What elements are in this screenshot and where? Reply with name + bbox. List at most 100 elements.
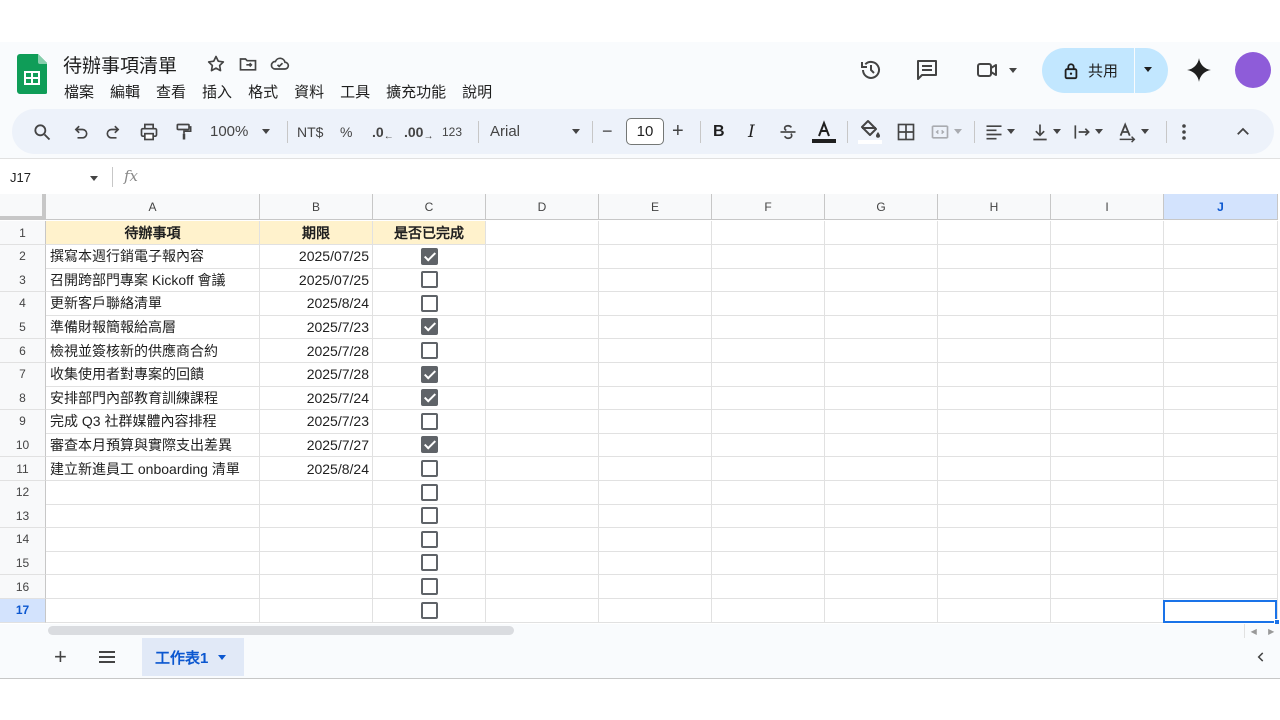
due-date-cell[interactable] [260, 551, 373, 576]
cell-h9[interactable] [938, 409, 1051, 434]
cell-i2[interactable] [1051, 244, 1164, 269]
done-cell[interactable] [373, 244, 486, 269]
cell-i3[interactable] [1051, 268, 1164, 293]
row-header-17[interactable]: 17 [0, 598, 46, 623]
cell-h17[interactable] [938, 598, 1051, 623]
task-cell[interactable]: 收集使用者對專案的回饋 [46, 362, 260, 387]
done-cell[interactable] [373, 362, 486, 387]
due-date-cell[interactable]: 2025/8/24 [260, 457, 373, 481]
decrease-decimal-button[interactable]: .0 ← [372, 109, 394, 154]
cell-g16[interactable] [825, 575, 938, 599]
cell-j12[interactable] [1164, 480, 1278, 505]
row-header-15[interactable]: 15 [0, 551, 46, 576]
column-header-i[interactable]: I [1051, 194, 1164, 220]
cell-h3[interactable] [938, 268, 1051, 293]
column-header-d[interactable]: D [486, 194, 599, 220]
row-header-13[interactable]: 13 [0, 504, 46, 529]
cell-d16[interactable] [486, 575, 599, 599]
cell-g15[interactable] [825, 551, 938, 576]
checkbox[interactable] [420, 247, 438, 265]
checkbox[interactable] [420, 342, 438, 359]
due-date-cell[interactable]: 2025/7/23 [260, 409, 373, 434]
due-date-cell[interactable] [260, 480, 373, 505]
scroll-buttons[interactable]: ◀ ▶ [1244, 624, 1280, 638]
cell-g2[interactable] [825, 244, 938, 269]
cell-h11[interactable] [938, 457, 1051, 481]
cell-j3[interactable] [1164, 268, 1278, 293]
cell-e7[interactable] [599, 362, 712, 387]
cloud-saved-icon[interactable] [268, 53, 292, 75]
checkbox[interactable] [420, 365, 438, 383]
column-header-g[interactable]: G [825, 194, 938, 220]
chevron-down-icon[interactable] [218, 654, 227, 660]
menu-help[interactable]: 說明 [462, 81, 492, 102]
version-history-icon[interactable] [856, 48, 886, 92]
menu-insert[interactable]: 插入 [202, 81, 232, 102]
task-cell[interactable] [46, 551, 260, 576]
row-header-9[interactable]: 9 [0, 409, 46, 434]
task-cell[interactable] [46, 598, 260, 623]
cell-f6[interactable] [712, 339, 825, 363]
cell-f7[interactable] [712, 362, 825, 387]
cell-e13[interactable] [599, 504, 712, 529]
due-date-cell[interactable]: 2025/7/24 [260, 386, 373, 411]
cell-i4[interactable] [1051, 291, 1164, 316]
cell-d8[interactable] [486, 386, 599, 411]
comments-icon[interactable] [912, 48, 942, 92]
task-cell[interactable]: 安排部門內部教育訓練課程 [46, 386, 260, 411]
cell-h12[interactable] [938, 480, 1051, 505]
cell-g6[interactable] [825, 339, 938, 363]
cell-g3[interactable] [825, 268, 938, 293]
due-date-cell[interactable]: 2025/7/27 [260, 433, 373, 458]
due-date-cell[interactable]: 2025/07/25 [260, 268, 373, 293]
cell-i16[interactable] [1051, 575, 1164, 599]
cell-h6[interactable] [938, 339, 1051, 363]
cell-i5[interactable] [1051, 315, 1164, 340]
header-cell-c[interactable]: 是否已完成 [373, 221, 486, 245]
cell-j5[interactable] [1164, 315, 1278, 340]
checkbox[interactable] [420, 530, 438, 548]
cell-d11[interactable] [486, 457, 599, 481]
checkbox[interactable] [420, 389, 438, 407]
sheets-logo-icon[interactable] [17, 54, 47, 94]
row-header-10[interactable]: 10 [0, 433, 46, 458]
increase-decimal-button[interactable]: .00 → [404, 109, 433, 154]
checkbox[interactable] [420, 554, 438, 572]
cell-h4[interactable] [938, 291, 1051, 316]
cell-f13[interactable] [712, 504, 825, 529]
spreadsheet-grid[interactable]: A B C D E F G H I J 1 待辦事項 期限 是否已完成 2 撰寫本週行銷電子報內容 2025/… [0, 194, 1280, 624]
redo-icon[interactable] [104, 109, 124, 154]
checkbox[interactable] [420, 436, 438, 454]
cell-f16[interactable] [712, 575, 825, 599]
row-header-12[interactable]: 12 [0, 480, 46, 505]
percent-format-button[interactable]: % [340, 109, 352, 154]
chevron-left-icon[interactable] [1254, 648, 1268, 669]
checkbox[interactable] [420, 271, 438, 289]
checkbox[interactable] [420, 483, 438, 501]
column-header-e[interactable]: E [599, 194, 712, 220]
cell-g12[interactable] [825, 480, 938, 505]
cell-f12[interactable] [712, 480, 825, 505]
cell-h8[interactable] [938, 386, 1051, 411]
cell-i11[interactable] [1051, 457, 1164, 481]
cell-g17[interactable] [825, 598, 938, 623]
bold-button[interactable]: B [713, 109, 725, 154]
checkbox[interactable] [420, 460, 438, 477]
cell-j1[interactable] [1164, 221, 1278, 245]
task-cell[interactable] [46, 527, 260, 552]
cell-e5[interactable] [599, 315, 712, 340]
cell-d17[interactable] [486, 598, 599, 623]
column-header-h[interactable]: H [938, 194, 1051, 220]
cell-f17[interactable] [712, 598, 825, 623]
done-cell[interactable] [373, 575, 486, 599]
font-select[interactable]: Arial [490, 109, 580, 154]
document-title[interactable]: 待辦事項清單 [63, 51, 177, 78]
chevron-down-icon[interactable] [90, 176, 98, 181]
print-icon[interactable] [138, 109, 160, 154]
cell-f8[interactable] [712, 386, 825, 411]
task-cell[interactable]: 召開跨部門專案 Kickoff 會議 [46, 268, 260, 293]
more-formats-button[interactable]: 123 [442, 109, 462, 154]
task-cell[interactable]: 檢視並簽核新的供應商合約 [46, 339, 260, 363]
cell-j13[interactable] [1164, 504, 1278, 529]
cell-j8[interactable] [1164, 386, 1278, 411]
